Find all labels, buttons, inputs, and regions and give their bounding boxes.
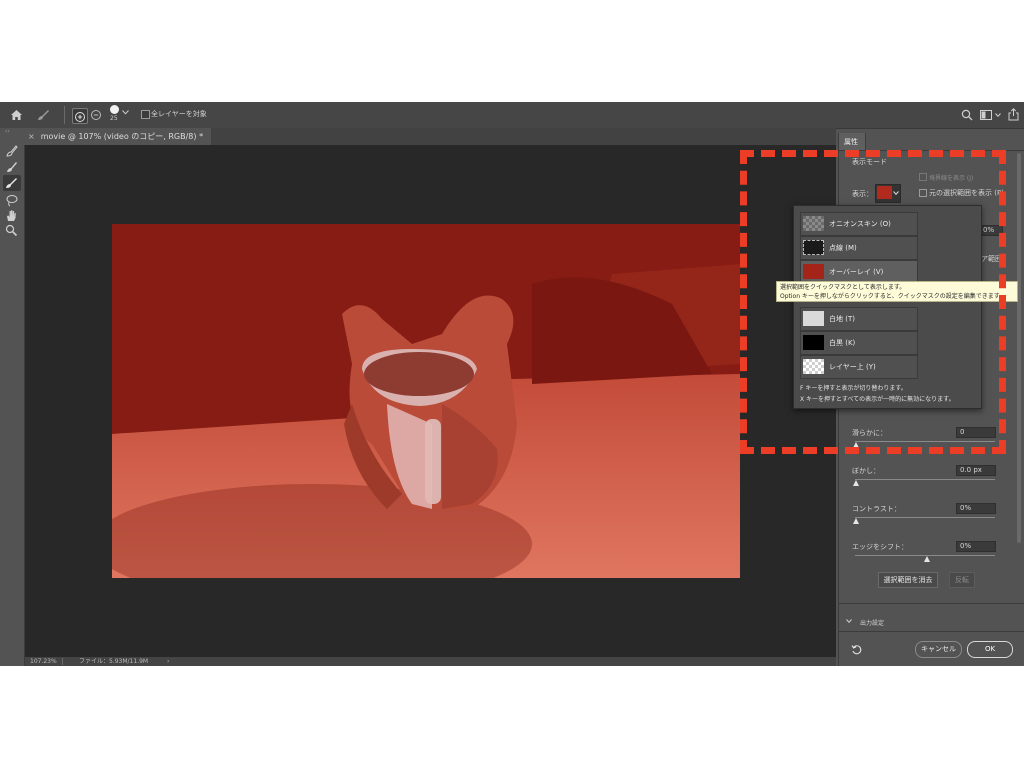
hand-tool-icon[interactable] [5,209,18,222]
collapse-toolbar-icon[interactable]: ›› [5,128,10,135]
shift-edge-input[interactable]: 0% [956,541,996,552]
contrast-input[interactable]: 0% [956,503,996,514]
file-info: ファイル：5.93M/11.9M [79,658,149,665]
cancel-button[interactable]: キャンセル [915,641,962,658]
minus-circle-icon[interactable] [90,109,102,121]
chevron-right-icon[interactable]: › [167,657,169,666]
search-icon[interactable] [961,109,973,121]
share-icon[interactable] [1008,108,1019,121]
chevron-down-icon[interactable] [846,619,852,623]
brush-size: 25 [110,115,118,122]
output-settings-heading[interactable]: 出力設定 [860,618,884,627]
workspace-icon[interactable] [980,110,992,120]
sample-all-layers-checkbox[interactable] [141,110,150,119]
document-tab[interactable]: × movie @ 107% (video のコピー, RGB/8) * [24,128,212,145]
options-bar: 25 全レイヤーを対象 [0,102,1024,129]
brush-tool-icon [6,178,17,188]
shift-edge-label: エッジをシフト： [852,543,908,551]
brush-preview[interactable] [110,105,119,114]
document-title: movie @ 107% (video のコピー, RGB/8) * [40,132,204,141]
status-bar: 107.23% ファイル：5.93M/11.9M › [25,657,836,666]
panel-scrollbar[interactable] [1017,153,1021,543]
feather-input[interactable]: 0.0 px [956,465,996,476]
refine-edge-brush-tool-icon[interactable] [5,160,19,174]
chevron-down-icon[interactable] [995,113,1001,117]
divider [62,658,63,665]
shift-edge-slider-handle[interactable] [924,556,930,562]
contrast-slider-handle[interactable] [853,518,859,524]
contrast-label: コントラスト： [852,505,901,513]
expand-mode-button[interactable] [72,108,88,124]
photo-hands-holding-cup [112,224,740,578]
quick-selection-tool-icon[interactable] [5,144,19,158]
sample-all-layers-label: 全レイヤーを対象 [151,110,207,118]
ok-button[interactable]: OK [967,641,1013,658]
divider [64,106,65,124]
refine-brush-tool-icon[interactable] [35,107,51,123]
contrast-slider[interactable] [855,517,995,518]
feather-slider-handle[interactable] [853,480,859,486]
invert-button[interactable]: 反転 [949,572,975,588]
feather-label: ぼかし： [852,467,880,475]
reset-icon[interactable] [851,644,862,655]
close-tab-icon[interactable]: × [28,132,35,141]
plus-circle-icon [75,112,85,122]
zoom-level[interactable]: 107.23% [30,657,57,666]
divider [839,631,1024,632]
feather-slider[interactable] [855,479,995,480]
highlight-annotation-frame [740,150,1006,454]
zoom-tool-icon[interactable] [5,224,18,237]
clear-selection-button[interactable]: 選択範囲を消去 [878,572,938,588]
brush-tool-selected[interactable] [3,175,21,191]
tab-properties[interactable]: 属性 [839,133,866,150]
chevron-down-icon[interactable] [122,110,129,115]
lasso-tool-icon[interactable] [5,194,19,207]
document-canvas-image[interactable] [112,224,740,578]
home-icon[interactable] [10,109,23,121]
divider [839,603,1024,604]
tools-panel: ›› [0,128,25,666]
